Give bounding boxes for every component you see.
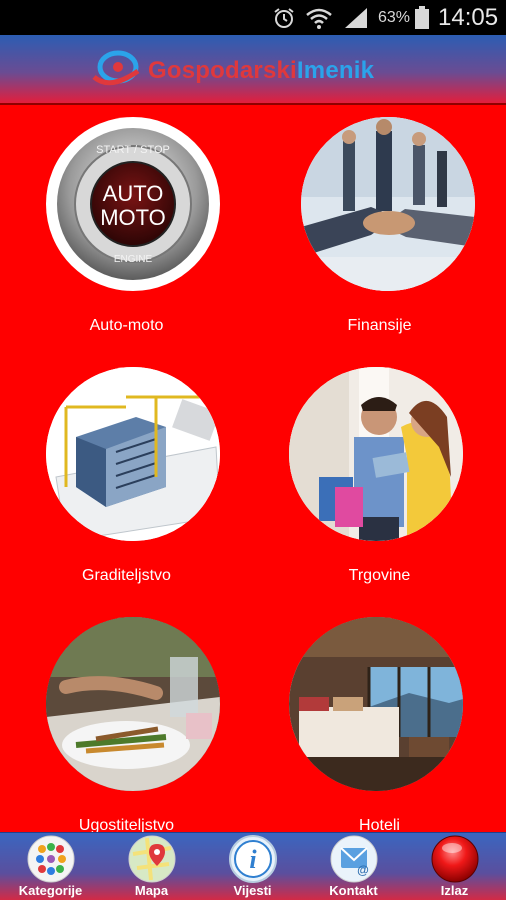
category-label[interactable]: Hoteli — [253, 817, 506, 832]
category-label[interactable]: Graditeljstvo — [0, 567, 253, 585]
nav-vijesti[interactable]: i Vijesti — [202, 833, 303, 900]
alarm-icon — [274, 8, 294, 28]
nav-label[interactable]: Mapa — [101, 883, 202, 898]
map-icon[interactable] — [127, 834, 177, 884]
logo-word-1: Gospodarski — [148, 57, 297, 84]
category-label[interactable]: Auto-moto — [0, 317, 253, 335]
ring-text-bottom: ENGINE — [114, 254, 153, 265]
app-header: GospodarskiImenik — [0, 35, 506, 105]
signal-icon — [345, 8, 367, 28]
nav-kontakt[interactable]: @ Kontakt — [303, 833, 404, 900]
exit-icon[interactable] — [430, 834, 480, 884]
category-tile-auto-moto[interactable]: AUTO MOTO START / STOP ENGINE Auto-moto — [0, 105, 253, 355]
category-grid: AUTO MOTO START / STOP ENGINE Auto-moto — [0, 105, 506, 832]
badge-line-2: MOTO — [100, 205, 166, 230]
clock: 14:05 — [438, 4, 499, 31]
nav-label[interactable]: Kategorije — [0, 883, 101, 898]
category-image-hoteli[interactable] — [289, 617, 463, 791]
category-tile-trgovine[interactable]: Trgovine — [253, 355, 506, 605]
logo-title: GospodarskiImenik — [148, 57, 374, 85]
category-tile-ugostiteljstvo[interactable]: Ugostiteljstvo — [0, 605, 253, 832]
nav-label[interactable]: Kontakt — [303, 883, 404, 898]
svg-text:i: i — [249, 845, 257, 874]
category-tile-hoteli[interactable]: Hoteli — [253, 605, 506, 832]
app-logo: GospodarskiImenik — [90, 47, 420, 91]
category-image-finansije[interactable] — [301, 117, 475, 291]
restaurant-photo — [46, 617, 220, 791]
category-tile-graditeljstvo[interactable]: Graditeljstvo — [0, 355, 253, 605]
nav-label[interactable]: Vijesti — [202, 883, 303, 898]
shopping-couple-photo — [289, 367, 463, 541]
hotel-room-photo — [289, 617, 463, 791]
bottom-nav: Kategorije Mapa i Vijesti @ Kontakt Izla… — [0, 832, 506, 900]
battery-percent: 63% — [378, 9, 411, 26]
category-label[interactable]: Ugostiteljstvo — [0, 817, 253, 832]
nav-mapa[interactable]: Mapa — [101, 833, 202, 900]
category-label[interactable]: Trgovine — [253, 567, 506, 585]
svg-text:@: @ — [357, 863, 369, 877]
nav-kategorije[interactable]: Kategorije — [0, 833, 101, 900]
logo-word-2: Imenik — [296, 57, 375, 84]
category-image-trgovine[interactable] — [289, 367, 463, 541]
badge-line-1: AUTO — [103, 181, 164, 206]
nav-izlaz[interactable]: Izlaz — [404, 833, 505, 900]
auto-moto-button-icon: AUTO MOTO START / STOP ENGINE — [57, 128, 209, 280]
wifi-icon — [306, 8, 332, 29]
category-label[interactable]: Finansije — [253, 317, 506, 335]
status-bar: 63% 14:05 — [0, 0, 506, 35]
battery-icon — [415, 6, 429, 29]
nav-label[interactable]: Izlaz — [404, 883, 505, 898]
category-image-auto-moto[interactable]: AUTO MOTO START / STOP ENGINE — [46, 117, 220, 291]
ring-text-top: START / STOP — [96, 144, 170, 156]
contact-icon[interactable]: @ — [329, 834, 379, 884]
category-image-ugostiteljstvo[interactable] — [46, 617, 220, 791]
category-image-graditeljstvo[interactable] — [46, 367, 220, 541]
categories-icon[interactable] — [26, 834, 76, 884]
logo-swirl-icon — [92, 50, 140, 86]
category-tile-finansije[interactable]: Finansije — [253, 105, 506, 355]
info-icon[interactable]: i — [228, 834, 278, 884]
handshake-photo — [301, 117, 475, 291]
construction-photo — [46, 367, 220, 541]
